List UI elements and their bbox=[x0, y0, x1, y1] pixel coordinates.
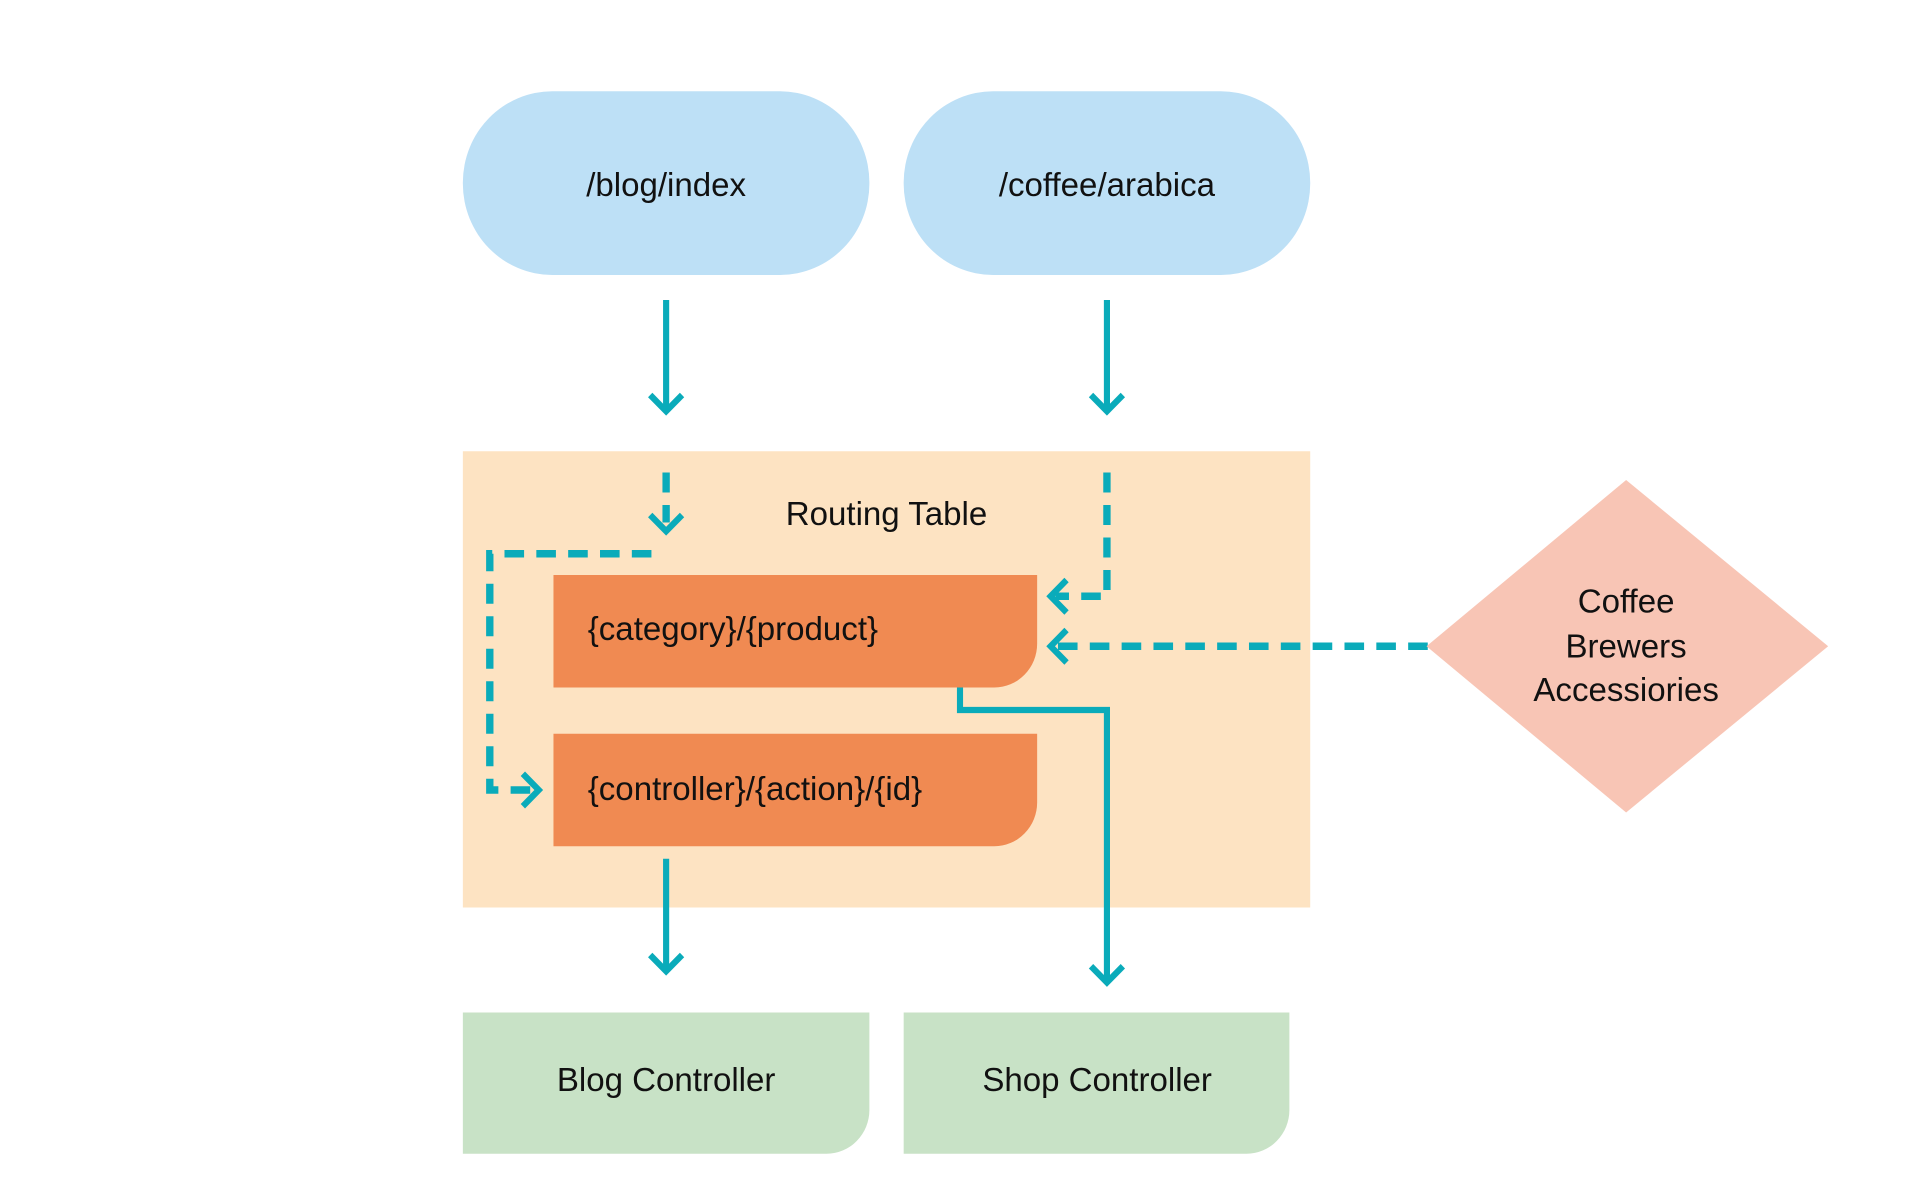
shop-controller-label: Shop Controller bbox=[982, 1062, 1212, 1099]
route-controller-label: {controller}/{action}/{id} bbox=[588, 771, 922, 808]
arrow-coffee-to-table bbox=[1088, 300, 1126, 416]
url-blog-label: /blog/index bbox=[586, 167, 746, 204]
routing-table-title: Routing Table bbox=[786, 496, 987, 533]
category-brewers: Brewers bbox=[1566, 628, 1687, 665]
arrow-blog-to-table bbox=[648, 300, 685, 416]
url-coffee-label: /coffee/arabica bbox=[999, 167, 1216, 204]
route-category-label: {category}/{product} bbox=[588, 611, 878, 648]
category-coffee: Coffee bbox=[1578, 583, 1675, 620]
blog-controller-label: Blog Controller bbox=[557, 1062, 776, 1099]
category-accessories: Accessiories bbox=[1533, 672, 1718, 709]
routing-diagram: /blog/index /coffee/arabica Routing Tabl… bbox=[462, 91, 1829, 1154]
